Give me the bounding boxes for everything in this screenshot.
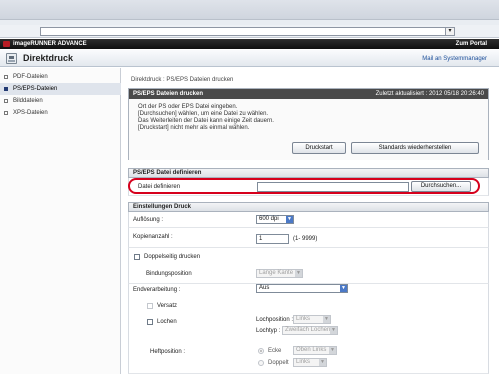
mail-system-manager-link[interactable]: Mail an Systemmanager xyxy=(422,55,487,63)
chevron-down-icon: ▼ xyxy=(329,347,336,354)
resolution-row: Auflösung : 600 dpi ▼ xyxy=(128,212,489,228)
print-panel: PS/EPS Dateien drucken Zuletzt aktualisi… xyxy=(128,88,489,160)
corner-select[interactable]: Oben Links ▼ xyxy=(293,346,337,355)
copies-input[interactable]: 1 xyxy=(256,234,289,244)
double-value: Links xyxy=(296,359,311,365)
chevron-down-icon: ▼ xyxy=(330,327,337,334)
print-panel-title: PS/EPS Dateien drucken xyxy=(133,91,204,97)
offset-checkbox[interactable] xyxy=(147,303,153,309)
instruction-line: [Druckstart] nicht mehr als einmal wähle… xyxy=(138,125,250,131)
instruction-line: [Durchsuchen] wählen, um eine Datei zu w… xyxy=(138,111,269,117)
resolution-label: Auflösung : xyxy=(133,217,164,223)
brand-bar: imageRUNNER ADVANCE Zum Portal xyxy=(0,39,499,49)
sidebar-item-label: Bilddateien xyxy=(13,98,43,104)
print-start-button[interactable]: Druckstart xyxy=(292,142,346,154)
instruction-line: Das Weiterleiten der Datei kann einige Z… xyxy=(138,118,274,124)
finishing-value: Aus xyxy=(259,285,270,291)
hole-position-select[interactable]: Links ▼ xyxy=(293,315,331,324)
double-select[interactable]: Links ▼ xyxy=(293,358,327,367)
chevron-down-icon: ▼ xyxy=(340,285,347,292)
sidebar-item-pdf[interactable]: PDF-Dateien xyxy=(0,71,121,83)
sidebar-item-xps[interactable]: XPS-Dateien xyxy=(0,107,121,119)
address-dropdown-icon[interactable]: ▾ xyxy=(445,28,454,35)
hole-type-label: Lochtyp : xyxy=(256,328,281,334)
chevron-down-icon: ▼ xyxy=(323,316,330,323)
file-define-highlight xyxy=(128,178,480,194)
printer-icon xyxy=(6,53,17,64)
copies-range: (1- 9999) xyxy=(293,236,318,242)
hole-position-label: Lochposition : xyxy=(256,317,294,323)
instruction-line: Ort der PS oder EPS Datei eingeben. xyxy=(138,104,238,110)
title-bar: Direktdruck Mail an Systemmanager xyxy=(0,50,499,67)
copies-label: Kopienanzahl : xyxy=(133,234,173,240)
print-panel-body: Ort der PS oder EPS Datei eingeben. [Dur… xyxy=(129,99,488,160)
page-title: Direktdruck xyxy=(23,53,74,63)
canon-logo-icon xyxy=(3,41,10,47)
address-row: ▾ xyxy=(0,25,499,38)
hole-position-value: Links xyxy=(296,316,311,322)
hole-type-select[interactable]: Zweifach Lochen ▼ xyxy=(282,326,338,335)
finishing-row: Endverarbeitung : Aus ▼ Versatz Lochen L… xyxy=(128,284,489,374)
finishing-label: Endverarbeitung : xyxy=(133,287,181,293)
finishing-select[interactable]: Aus ▼ xyxy=(256,284,348,293)
main-content: Direktdruck : PS/EPS Dateien drucken PS/… xyxy=(122,68,499,374)
binding-position-label: Bindungsposition xyxy=(146,271,192,277)
sidebar-item-label: XPS-Dateien xyxy=(13,110,48,116)
corner-value: Oben Links xyxy=(296,347,327,353)
chevron-down-icon: ▼ xyxy=(295,270,302,277)
corner-label: Ecke xyxy=(268,348,282,354)
sidebar: PDF-Dateien PS/EPS-Dateien Bilddateien X… xyxy=(0,68,121,374)
punch-checkbox[interactable] xyxy=(147,319,153,325)
file-section-header: PS/EPS Datei definieren xyxy=(128,168,489,178)
duplex-label: Doppelseitig drucken xyxy=(144,254,201,260)
staple-position-label: Heftposition : xyxy=(150,349,186,355)
sidebar-item-label: PS/EPS-Dateien xyxy=(13,86,58,92)
binding-position-select[interactable]: Lange Kante ▼ xyxy=(256,269,303,278)
binding-position-value: Lange Kante xyxy=(259,270,294,276)
bullet-icon xyxy=(4,87,8,91)
corner-radio[interactable] xyxy=(258,348,264,354)
bullet-icon xyxy=(4,75,8,79)
chevron-down-icon: ▼ xyxy=(319,359,326,366)
double-label: Doppelt xyxy=(268,360,289,366)
settings-section-header: Einstellungen Druck xyxy=(128,202,489,212)
bullet-icon xyxy=(4,99,8,103)
breadcrumb: Direktdruck : PS/EPS Dateien drucken xyxy=(131,77,234,83)
address-bar[interactable]: ▾ xyxy=(40,27,455,36)
hole-type-value: Zweifach Lochen xyxy=(285,327,331,333)
resolution-value: 600 dpi xyxy=(259,216,279,222)
last-updated: Zuletzt aktualisiert : 2012 05/18 20:26:… xyxy=(375,91,484,97)
copies-row: Kopienanzahl : 1 (1- 9999) xyxy=(128,228,489,248)
portal-link[interactable]: Zum Portal xyxy=(456,40,487,48)
brand-name: imageRUNNER ADVANCE xyxy=(13,41,87,47)
punch-label: Lochen xyxy=(157,319,177,325)
print-panel-header: PS/EPS Dateien drucken Zuletzt aktualisi… xyxy=(129,89,488,99)
chevron-down-icon: ▼ xyxy=(286,216,293,223)
double-radio[interactable] xyxy=(258,360,264,366)
settings-section-title: Einstellungen Druck xyxy=(133,204,192,210)
duplex-row: Doppelseitig drucken Bindungsposition La… xyxy=(128,248,489,284)
offset-label: Versatz xyxy=(157,303,178,309)
sidebar-item-ps-eps[interactable]: PS/EPS-Dateien xyxy=(0,83,121,95)
bullet-icon xyxy=(4,111,8,115)
duplex-checkbox[interactable] xyxy=(134,254,140,260)
browser-toolbar xyxy=(0,0,499,20)
restore-defaults-button[interactable]: Standards wiederherstellen xyxy=(351,142,479,154)
sidebar-item-images[interactable]: Bilddateien xyxy=(0,95,121,107)
resolution-select[interactable]: 600 dpi ▼ xyxy=(256,215,294,224)
sidebar-item-label: PDF-Dateien xyxy=(13,74,48,80)
file-section-title: PS/EPS Datei definieren xyxy=(133,170,202,176)
